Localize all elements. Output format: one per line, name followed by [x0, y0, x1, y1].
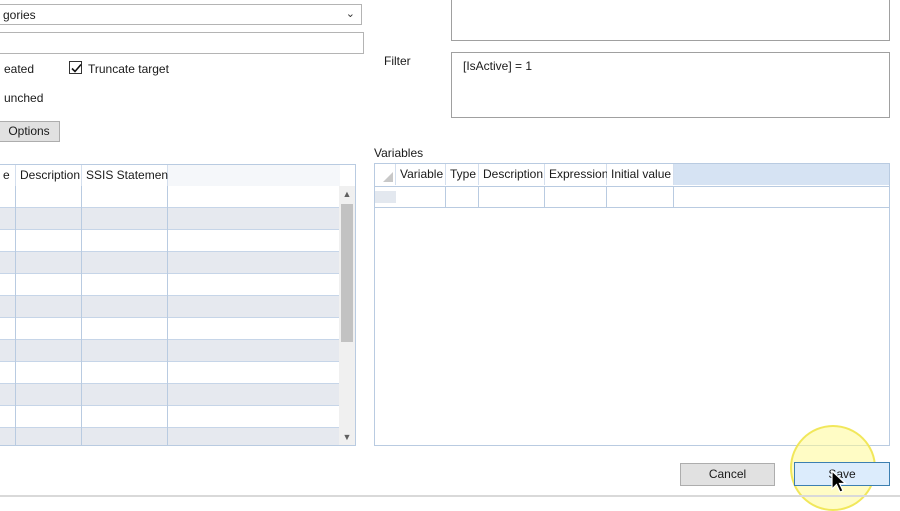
filter-label: Filter [384, 54, 411, 68]
column-header-description[interactable]: Description [16, 165, 82, 186]
column-divider [478, 187, 479, 207]
table-row[interactable] [0, 340, 339, 362]
column-divider [673, 187, 674, 207]
variables-label: Variables [374, 146, 424, 160]
cancel-button[interactable]: Cancel [680, 463, 775, 486]
column-header-type[interactable]: Type [446, 164, 479, 185]
scroll-down-icon[interactable]: ▼ [339, 429, 355, 445]
column-divider [445, 187, 446, 207]
truncate-target-label[interactable]: Truncate target [88, 62, 169, 76]
table-row[interactable] [0, 230, 339, 252]
column-header[interactable]: e [0, 165, 16, 186]
filter-value: [IsActive] = 1 [463, 59, 533, 73]
table-row[interactable] [0, 384, 339, 406]
category-combobox[interactable]: gories ⌄ [0, 4, 362, 25]
row-selector-header[interactable] [375, 164, 396, 185]
column-divider [606, 187, 607, 207]
table-row[interactable] [0, 318, 339, 340]
grid-body[interactable] [0, 186, 339, 445]
combo-value: gories [3, 8, 36, 22]
description-textarea[interactable] [451, 0, 890, 41]
column-divider [544, 187, 545, 207]
options-button[interactable]: Options [0, 121, 60, 142]
column-header-initial-value[interactable]: Initial value [607, 164, 674, 185]
truncate-target-checkbox[interactable] [69, 61, 82, 74]
vertical-scrollbar[interactable]: ▲ ▼ [339, 186, 355, 445]
recreated-label: eated [4, 62, 35, 76]
header-filler [168, 165, 340, 186]
column-header-ssis-statement[interactable]: SSIS Statement [82, 165, 171, 186]
row-selector-icon [383, 172, 393, 182]
mouse-pointer-icon [831, 469, 848, 497]
table-row[interactable] [0, 274, 339, 296]
column-divider [167, 186, 168, 445]
table-row[interactable] [0, 252, 339, 274]
column-divider [15, 186, 16, 445]
new-row-selector[interactable] [375, 191, 396, 203]
table-row[interactable] [0, 296, 339, 318]
table-row[interactable] [0, 208, 339, 230]
table-row[interactable] [0, 362, 339, 384]
statements-grid[interactable]: e Description SSIS Statement ▲ ▼ [0, 164, 356, 446]
table-row[interactable] [0, 406, 339, 428]
column-header-description[interactable]: Description [479, 164, 545, 185]
header-filler [674, 164, 889, 185]
table-row[interactable] [0, 428, 339, 445]
filter-textarea[interactable]: [IsActive] = 1 [451, 52, 890, 118]
new-row[interactable] [375, 186, 889, 208]
column-header-variable[interactable]: Variable [396, 164, 446, 185]
divider [0, 495, 900, 497]
chevron-down-icon[interactable]: ⌄ [346, 7, 355, 20]
column-divider [81, 186, 82, 445]
scroll-up-icon[interactable]: ▲ [339, 186, 355, 202]
variables-grid[interactable]: Variable Type Description Expression Ini… [374, 163, 890, 446]
column-header-expression[interactable]: Expression [545, 164, 608, 185]
launched-label: unched [4, 91, 44, 105]
table-row[interactable] [0, 186, 339, 208]
scrollbar-thumb[interactable] [341, 204, 353, 342]
check-icon [71, 63, 82, 73]
text-input[interactable] [0, 32, 364, 54]
